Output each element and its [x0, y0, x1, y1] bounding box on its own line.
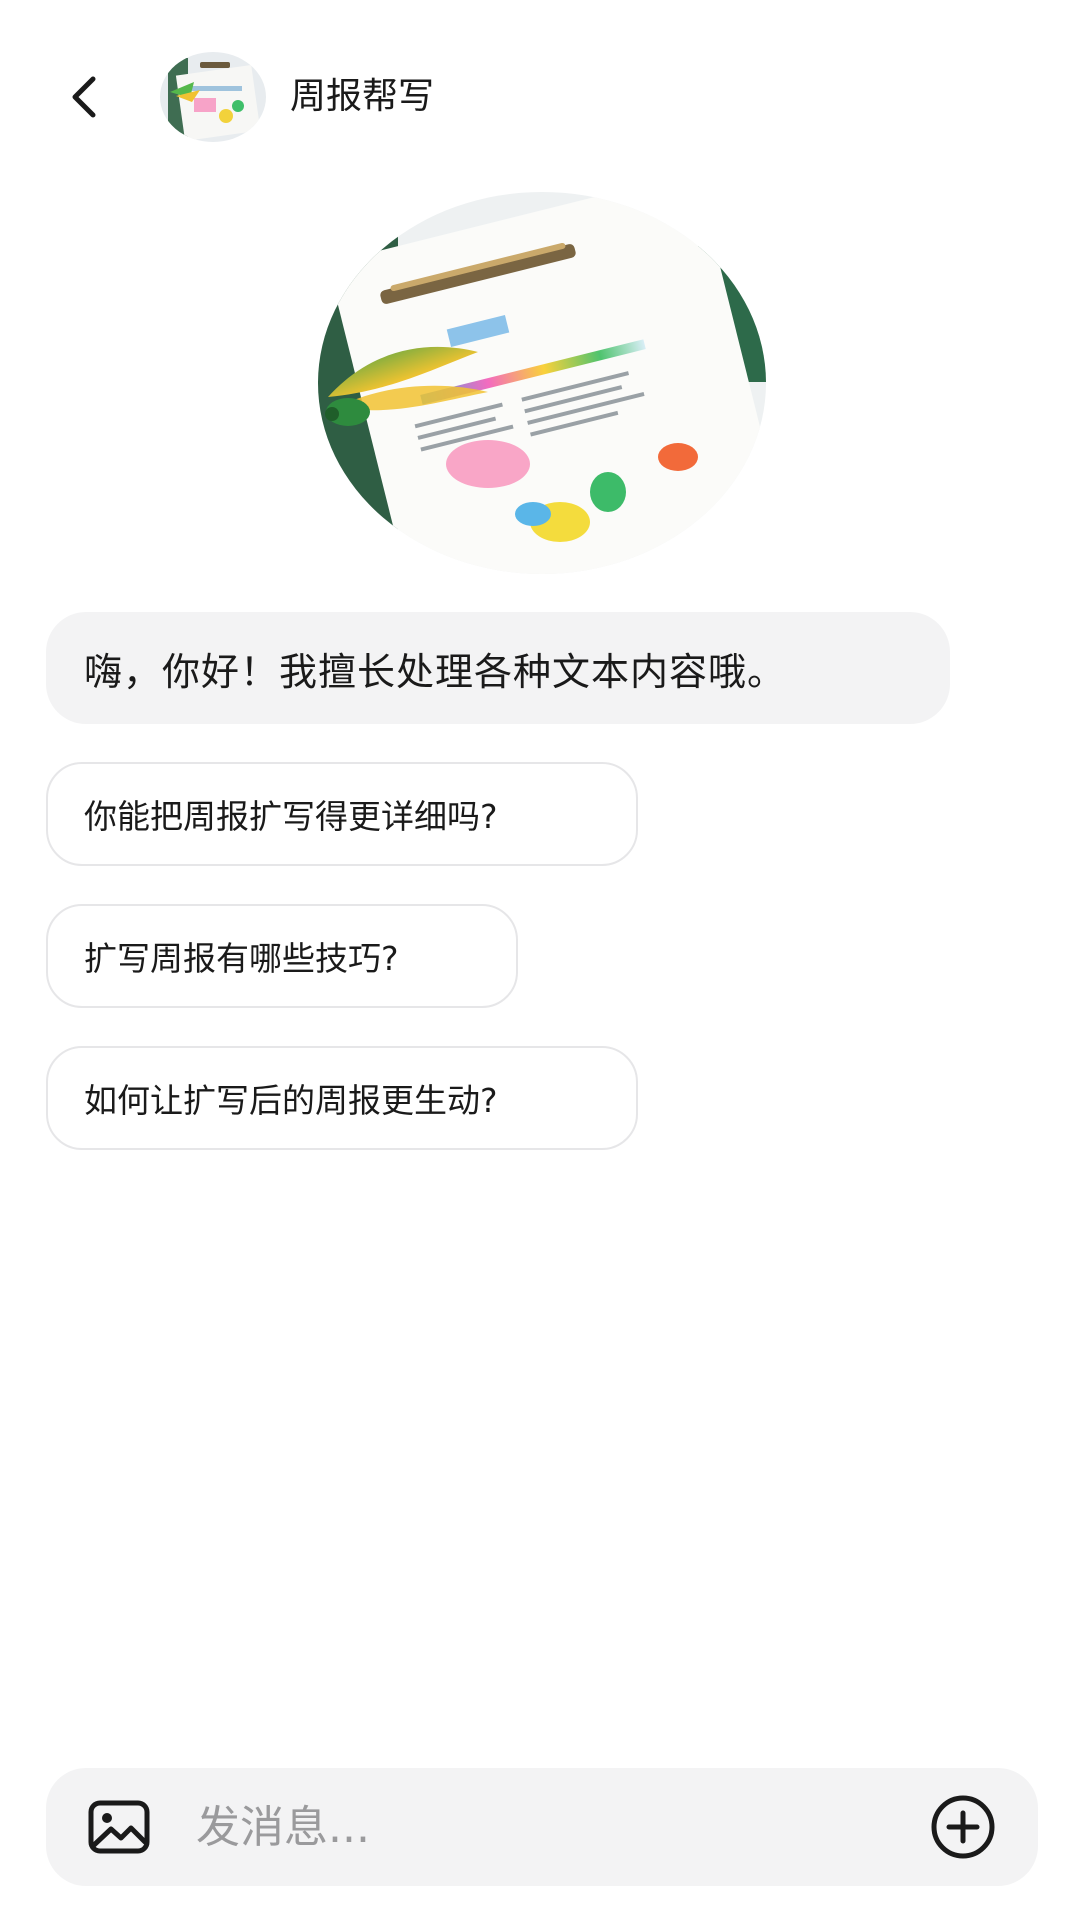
- image-icon: [88, 1800, 150, 1854]
- bot-avatar[interactable]: [160, 52, 266, 142]
- plus-circle-icon: [931, 1795, 995, 1859]
- message-input[interactable]: [196, 1792, 936, 1862]
- more-options-button[interactable]: [926, 1790, 1000, 1864]
- chat-page: 周报帮写 嗨，你好！我擅长处理各种文本内容哦。 你能把周报扩写得更详细吗? 扩写…: [0, 0, 1080, 1920]
- greeting-message: 嗨，你好！我擅长处理各种文本内容哦。: [46, 612, 950, 724]
- chat-title: 周报帮写: [290, 76, 435, 117]
- message-composer: [46, 1768, 1038, 1886]
- image-upload-button[interactable]: [84, 1792, 154, 1862]
- chat-header: 周报帮写: [0, 0, 1080, 200]
- suggestion-chip[interactable]: 你能把周报扩写得更详细吗?: [46, 762, 638, 866]
- chevron-left-icon: [72, 76, 96, 118]
- suggestion-chip[interactable]: 如何让扩写后的周报更生动?: [46, 1046, 638, 1150]
- suggestion-chip[interactable]: 扩写周报有哪些技巧?: [46, 904, 518, 1008]
- back-button[interactable]: [50, 62, 120, 132]
- bot-avatar-image: [160, 52, 266, 142]
- bot-cover-image: [318, 192, 766, 574]
